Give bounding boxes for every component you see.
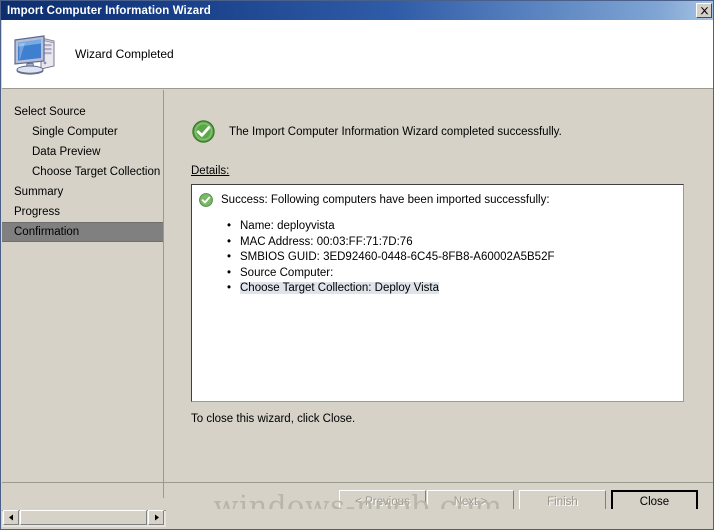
imported-computer-list: Name: deployvista MAC Address: 00:03:FF:… bbox=[192, 219, 683, 297]
details-heading-text: Success: Following computers have been i… bbox=[221, 194, 550, 206]
title-bar[interactable]: Import Computer Information Wizard bbox=[1, 1, 713, 20]
list-item-text: Choose Target Collection: Deploy Vista bbox=[240, 282, 440, 294]
sidebar-item-single-computer[interactable]: Single Computer bbox=[2, 122, 163, 142]
scrollbar-thumb[interactable] bbox=[20, 510, 147, 525]
list-item-text: SMBIOS GUID: 3ED92460-0448-6C45-8FB8-A60… bbox=[240, 251, 555, 263]
closing-instruction: To close this wizard, click Close. bbox=[191, 413, 356, 425]
list-item: Name: deployvista bbox=[227, 219, 683, 235]
wizard-dialog: Import Computer Information Wizard Wizar… bbox=[0, 0, 714, 530]
close-x-icon bbox=[700, 6, 708, 14]
wizard-step-list: Select Source Single Computer Data Previ… bbox=[2, 90, 164, 498]
list-item: Choose Target Collection: Deploy Vista bbox=[227, 281, 683, 297]
window-title: Import Computer Information Wizard bbox=[7, 4, 211, 17]
list-item: MAC Address: 00:03:FF:71:7D:76 bbox=[227, 235, 683, 251]
success-check-icon bbox=[192, 120, 215, 143]
scroll-left-button[interactable] bbox=[3, 510, 19, 525]
details-heading-row: Success: Following computers have been i… bbox=[192, 185, 683, 207]
arrow-left-icon bbox=[8, 514, 13, 521]
wizard-content-pane: The Import Computer Information Wizard c… bbox=[165, 90, 713, 498]
sidebar-item-data-preview[interactable]: Data Preview bbox=[2, 142, 163, 162]
scroll-right-button[interactable] bbox=[148, 510, 164, 525]
list-item: SMBIOS GUID: 3ED92460-0448-6C45-8FB8-A60… bbox=[227, 250, 683, 266]
list-item-text: MAC Address: 00:03:FF:71:7D:76 bbox=[240, 235, 413, 248]
computer-icon bbox=[14, 35, 55, 75]
completion-status-text: The Import Computer Information Wizard c… bbox=[229, 125, 562, 138]
details-label-text: Details: bbox=[191, 165, 230, 177]
details-panel[interactable]: Success: Following computers have been i… bbox=[191, 184, 684, 402]
sidebar-item-confirmation[interactable]: Confirmation bbox=[2, 222, 163, 242]
list-item-text: Name: deployvista bbox=[240, 220, 335, 232]
header-title: Wizard Completed bbox=[75, 47, 174, 61]
arrow-right-icon bbox=[154, 514, 159, 521]
sidebar-item-select-source[interactable]: Select Source bbox=[2, 102, 163, 122]
success-check-icon bbox=[199, 193, 213, 207]
sidebar-item-summary[interactable]: Summary bbox=[2, 182, 163, 202]
completion-status: The Import Computer Information Wizard c… bbox=[192, 120, 562, 143]
list-item-text: Source Computer: bbox=[240, 266, 334, 279]
wizard-header: Wizard Completed bbox=[2, 20, 713, 89]
sidebar-item-choose-target-collection[interactable]: Choose Target Collection bbox=[2, 162, 163, 182]
details-label: Details: bbox=[191, 165, 229, 177]
list-item: Source Computer: bbox=[227, 266, 683, 282]
close-button[interactable] bbox=[696, 3, 712, 18]
horizontal-scrollbar[interactable] bbox=[2, 509, 713, 529]
sidebar-item-progress[interactable]: Progress bbox=[2, 202, 163, 222]
